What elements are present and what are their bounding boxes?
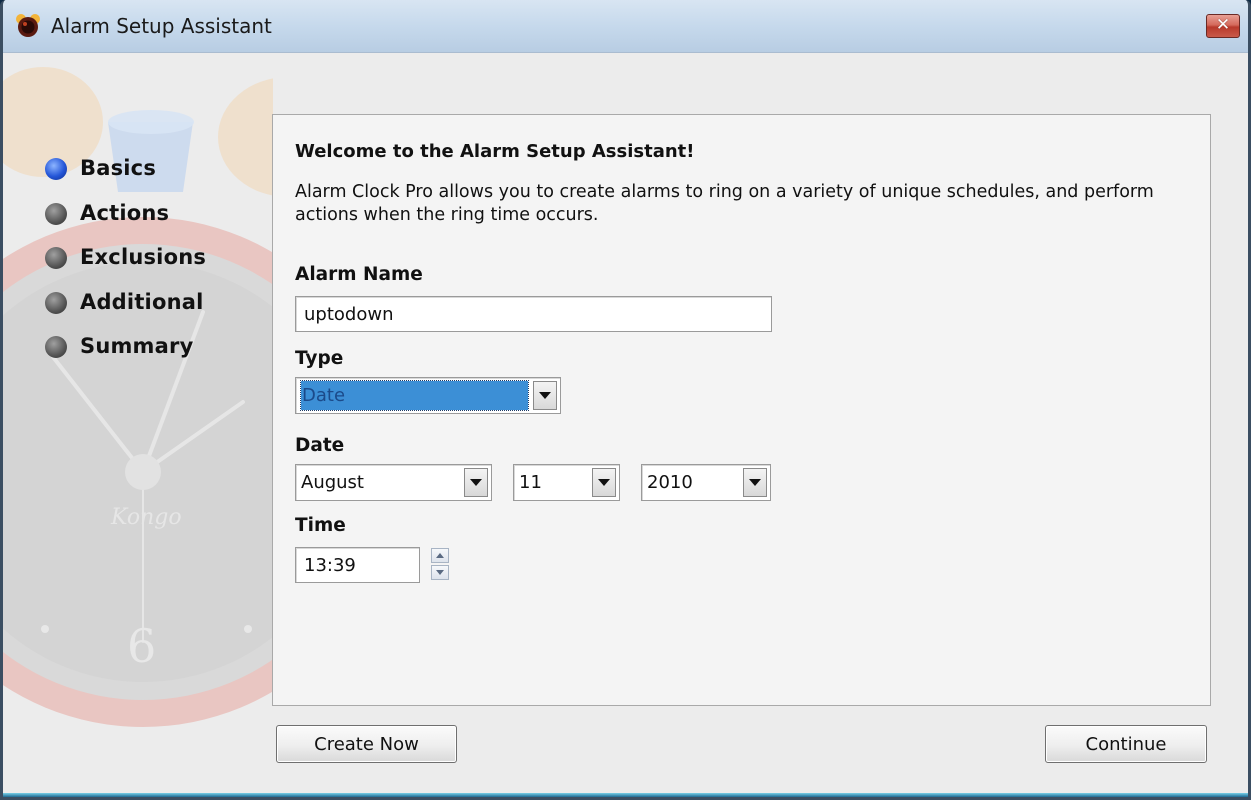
step-label: Exclusions [80,245,207,269]
month-dropdown-button[interactable] [464,468,488,497]
year-dropdown-button[interactable] [743,468,767,497]
continue-button[interactable]: Continue [1045,725,1207,763]
year-select[interactable]: 2010 [641,464,771,501]
step-basics[interactable]: Basics [45,156,206,201]
intro-text: Alarm Clock Pro allows you to create ala… [295,181,1175,227]
time-input[interactable]: 13:39 [295,547,420,583]
time-label: Time [295,515,346,536]
step-label: Additional [80,289,204,314]
watermark-numeral: 6 [127,619,156,673]
step-additional[interactable]: Additional [45,290,206,335]
time-value: 13:39 [304,554,356,576]
basics-panel: Welcome to the Alarm Setup Assistant! Al… [272,114,1211,706]
year-value: 2010 [647,472,693,493]
day-dropdown-button[interactable] [592,468,616,497]
type-select[interactable]: Date [295,377,561,414]
step-actions[interactable]: Actions [45,201,206,246]
month-value: August [301,472,364,493]
step-exclusions[interactable]: Exclusions [45,245,206,290]
alarm-name-input[interactable]: uptodown [295,296,772,332]
intro-line-1: Alarm Clock Pro allows you to create ala… [295,182,1154,202]
step-indicator-icon [45,247,67,269]
chevron-down-icon [598,479,610,486]
day-value: 11 [519,472,542,493]
chevron-up-icon [436,553,444,558]
day-select[interactable]: 11 [513,464,620,501]
month-select[interactable]: August [295,464,492,501]
step-label: Actions [80,200,170,225]
chevron-down-icon [470,479,482,486]
alarm-clock-icon [16,14,40,37]
page-title: Welcome to the Alarm Setup Assistant! [295,141,695,162]
step-label: Basics [80,156,157,180]
step-label: Summary [80,334,194,358]
create-now-button[interactable]: Create Now [276,725,457,763]
chevron-down-icon [539,392,551,399]
close-icon: ✕ [1215,15,1231,35]
type-value: Date [300,380,529,411]
date-label: Date [295,435,345,456]
step-summary[interactable]: Summary [45,334,206,379]
window-bottom-border [3,793,1248,797]
intro-line-2: actions when the ring time occurs. [295,205,599,225]
time-spinner [431,548,451,582]
title-bar[interactable]: Alarm Setup Assistant ✕ [3,0,1248,53]
time-decrement-button[interactable] [431,565,449,580]
type-label: Type [295,348,344,369]
wizard-steps: Basics Actions Exclusions Additional Sum… [45,156,206,379]
step-indicator-icon [45,291,67,314]
window-title: Alarm Setup Assistant [51,14,272,38]
watermark-brand: Kongo [110,505,182,530]
type-dropdown-button[interactable] [533,381,557,410]
time-increment-button[interactable] [431,548,449,563]
alarm-setup-window: Alarm Setup Assistant ✕ Kongo 6 Basics A… [0,0,1251,800]
step-indicator-icon [45,202,67,225]
chevron-down-icon [749,479,761,486]
chevron-down-icon [436,570,444,575]
step-indicator-icon [45,336,67,358]
close-button[interactable]: ✕ [1206,14,1240,38]
step-indicator-active-icon [45,158,67,180]
alarm-name-label: Alarm Name [295,264,423,285]
alarm-name-value: uptodown [304,303,394,325]
